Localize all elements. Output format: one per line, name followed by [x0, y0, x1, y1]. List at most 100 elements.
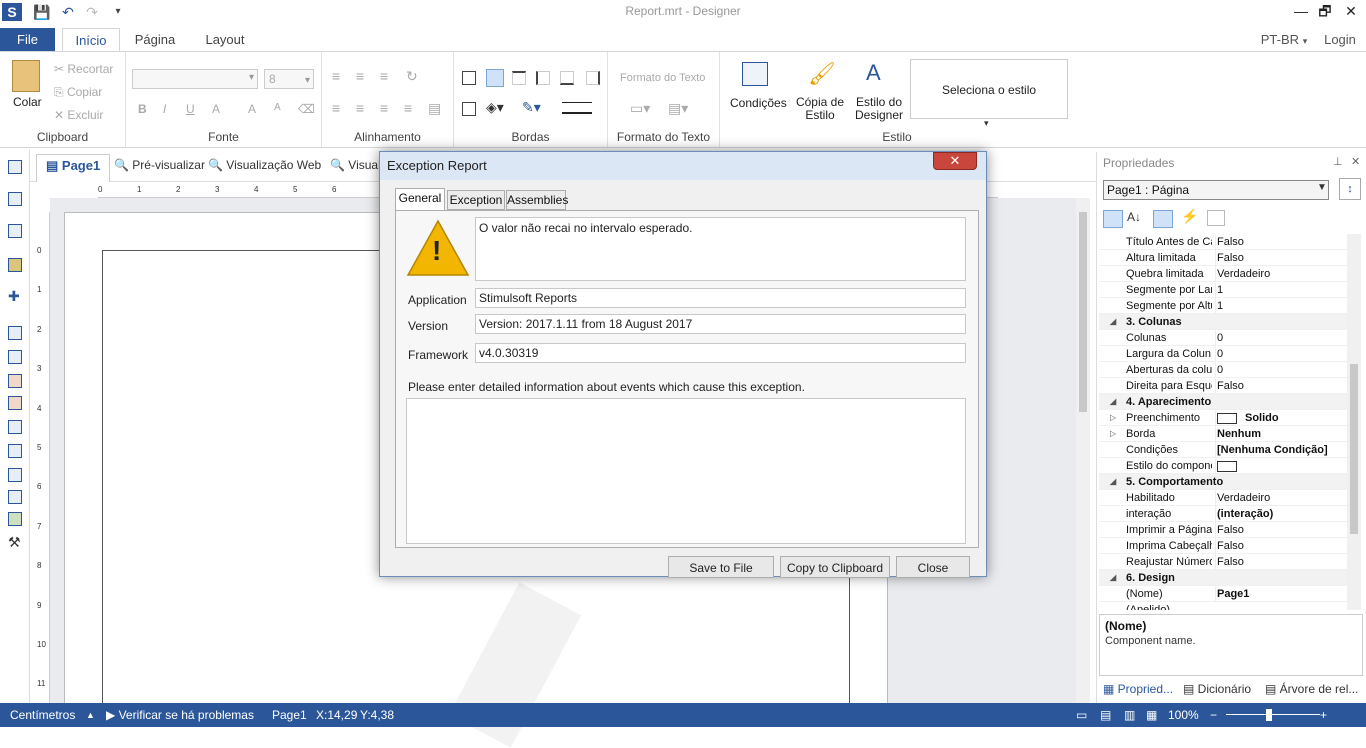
- property-value[interactable]: Verdadeiro: [1215, 266, 1345, 282]
- conditions-button[interactable]: Condições: [730, 96, 787, 110]
- tab-properties[interactable]: ▦ Propried...: [1103, 682, 1173, 696]
- designer-style-icon[interactable]: A: [866, 60, 881, 86]
- property-row[interactable]: (Nome) Page1: [1099, 586, 1347, 602]
- framework-field[interactable]: v4.0.30319: [475, 343, 966, 363]
- border-all-icon[interactable]: [462, 71, 476, 85]
- collapse-icon[interactable]: ◢: [1110, 474, 1116, 490]
- details-textarea[interactable]: [406, 398, 966, 544]
- sort-icon[interactable]: ↕: [1339, 178, 1361, 200]
- property-scrollbar[interactable]: [1347, 234, 1361, 610]
- property-row[interactable]: Altura limitada Falso: [1099, 250, 1347, 266]
- collapse-icon[interactable]: ◢: [1110, 394, 1116, 410]
- copy-style-button[interactable]: Cópia de Estilo: [792, 96, 848, 122]
- alphabetical-icon[interactable]: A↓: [1127, 210, 1141, 224]
- justify-icon[interactable]: ≡: [404, 100, 412, 116]
- rotate-icon[interactable]: ↻: [406, 68, 418, 85]
- property-scroll-thumb[interactable]: [1350, 364, 1358, 534]
- tab-visual[interactable]: 🔍 Visual: [330, 158, 381, 172]
- border-right-icon[interactable]: [586, 71, 600, 85]
- align-right-icon[interactable]: ≡: [380, 100, 388, 116]
- toolbox-label-icon[interactable]: [8, 374, 22, 388]
- align-center-icon[interactable]: ≡: [356, 100, 364, 116]
- border-bottom-icon[interactable]: [560, 71, 574, 85]
- property-row[interactable]: Imprima Cabeçalh Falso: [1099, 538, 1347, 554]
- conditions-icon[interactable]: [742, 62, 768, 86]
- toolbox-richtext-icon[interactable]: [8, 350, 22, 364]
- property-row[interactable]: (Apelido): [1099, 602, 1347, 610]
- property-row[interactable]: Imprimir a Página Falso: [1099, 522, 1347, 538]
- font-name-combo[interactable]: [132, 69, 258, 89]
- property-value[interactable]: Falso: [1215, 234, 1345, 250]
- zoom-out-icon[interactable]: −: [1210, 703, 1217, 727]
- canvas-scroll-thumb[interactable]: [1079, 212, 1087, 412]
- border-color-icon[interactable]: ✎▾: [522, 99, 541, 116]
- property-value[interactable]: (interação): [1215, 506, 1345, 522]
- tab-inicio[interactable]: Início: [62, 28, 120, 52]
- close-window-button[interactable]: ✕: [1336, 0, 1366, 22]
- property-value[interactable]: 1: [1215, 282, 1345, 298]
- zoom-in-icon[interactable]: +: [1320, 703, 1327, 727]
- property-category[interactable]: ◢ 4. Aparecimento: [1099, 394, 1347, 410]
- close-icon[interactable]: ✕: [1351, 155, 1360, 168]
- toolbox-textbox-icon[interactable]: [8, 396, 22, 410]
- italic-button[interactable]: I: [163, 102, 166, 116]
- canvas-scrollbar[interactable]: [1076, 198, 1090, 703]
- tab-report-tree[interactable]: ▤ Árvore de rel...: [1265, 682, 1358, 696]
- check-issues-button[interactable]: ▶ Verificar se há problemas: [106, 703, 254, 727]
- expand-icon[interactable]: ▷: [1110, 410, 1116, 426]
- language-selector[interactable]: PT-BR ▾: [1256, 28, 1312, 52]
- cut-button[interactable]: ✂ Recortar: [54, 62, 113, 76]
- property-value[interactable]: 1: [1215, 298, 1345, 314]
- property-value[interactable]: Verdadeiro: [1215, 490, 1345, 506]
- version-field[interactable]: Version: 2017.1.11 from 18 August 2017: [475, 314, 966, 334]
- toolbox-picture-icon[interactable]: [8, 512, 22, 526]
- toolbox-form-icon[interactable]: [8, 490, 22, 504]
- collapse-icon[interactable]: ◢: [1110, 570, 1116, 586]
- message-box[interactable]: O valor não recai no intervalo esperado.: [475, 217, 966, 281]
- toolbox-components-icon[interactable]: [8, 224, 22, 238]
- property-value[interactable]: Falso: [1215, 538, 1345, 554]
- multi-page-icon[interactable]: ▦: [1146, 703, 1157, 727]
- property-value[interactable]: 0: [1215, 330, 1345, 346]
- toolbox-image-icon[interactable]: [8, 258, 22, 272]
- toolbox-text-icon[interactable]: [8, 326, 22, 340]
- property-row[interactable]: Estilo do compone: [1099, 458, 1347, 474]
- property-row[interactable]: ▷ Borda Nenhum: [1099, 426, 1347, 442]
- property-row[interactable]: Largura da Colun 0: [1099, 346, 1347, 362]
- copy-button[interactable]: ⎘ Copiar: [54, 85, 102, 100]
- property-value[interactable]: [1215, 458, 1345, 474]
- toolbox-panel-icon[interactable]: [8, 420, 22, 434]
- collapse-icon[interactable]: ◢: [1110, 314, 1116, 330]
- property-row[interactable]: Direita para Esque Falso: [1099, 378, 1347, 394]
- tab-layout[interactable]: Layout: [196, 28, 254, 52]
- property-value[interactable]: Falso: [1215, 378, 1345, 394]
- align-top-icon[interactable]: ≡: [332, 68, 340, 84]
- tab-web-preview[interactable]: 🔍 Visualização Web: [208, 158, 321, 172]
- units-selector[interactable]: Centímetros: [10, 703, 75, 727]
- copy-style-icon[interactable]: 🖌: [808, 62, 836, 86]
- property-row[interactable]: Título Antes de Ca Falso: [1099, 234, 1347, 250]
- tab-assemblies[interactable]: Assemblies: [506, 190, 568, 210]
- pin-icon[interactable]: ⊥: [1333, 155, 1343, 168]
- component-selector[interactable]: Page1 : Página: [1103, 180, 1329, 200]
- property-row[interactable]: Quebra limitada Verdadeiro: [1099, 266, 1347, 282]
- font-size-combo[interactable]: 8: [264, 69, 314, 90]
- tab-exception[interactable]: Exception: [447, 190, 505, 210]
- tab-page1[interactable]: ▤ Page1: [46, 158, 100, 174]
- chevron-up-icon[interactable]: ▲: [86, 703, 95, 727]
- property-value[interactable]: 0: [1215, 362, 1345, 378]
- border-style-icon[interactable]: [562, 102, 592, 114]
- select-style-box[interactable]: Seleciona o estilo: [910, 59, 1068, 119]
- border-top-icon[interactable]: [512, 71, 526, 85]
- property-value[interactable]: Solido: [1215, 410, 1345, 426]
- page-view-icon[interactable]: ▤: [1100, 703, 1111, 727]
- delete-button[interactable]: ✕ Excluir: [54, 108, 103, 122]
- toolbox-tools-icon[interactable]: ⚒: [8, 535, 22, 550]
- property-value[interactable]: Falso: [1215, 554, 1345, 570]
- property-row[interactable]: Colunas 0: [1099, 330, 1347, 346]
- paste-icon[interactable]: [12, 60, 40, 92]
- text-format-options-icon[interactable]: ▤▾: [668, 100, 688, 117]
- clear-format-icon[interactable]: ⌫: [298, 102, 315, 116]
- chevron-down-icon[interactable]: ▾: [984, 118, 989, 129]
- zoom-slider-thumb[interactable]: [1266, 709, 1272, 721]
